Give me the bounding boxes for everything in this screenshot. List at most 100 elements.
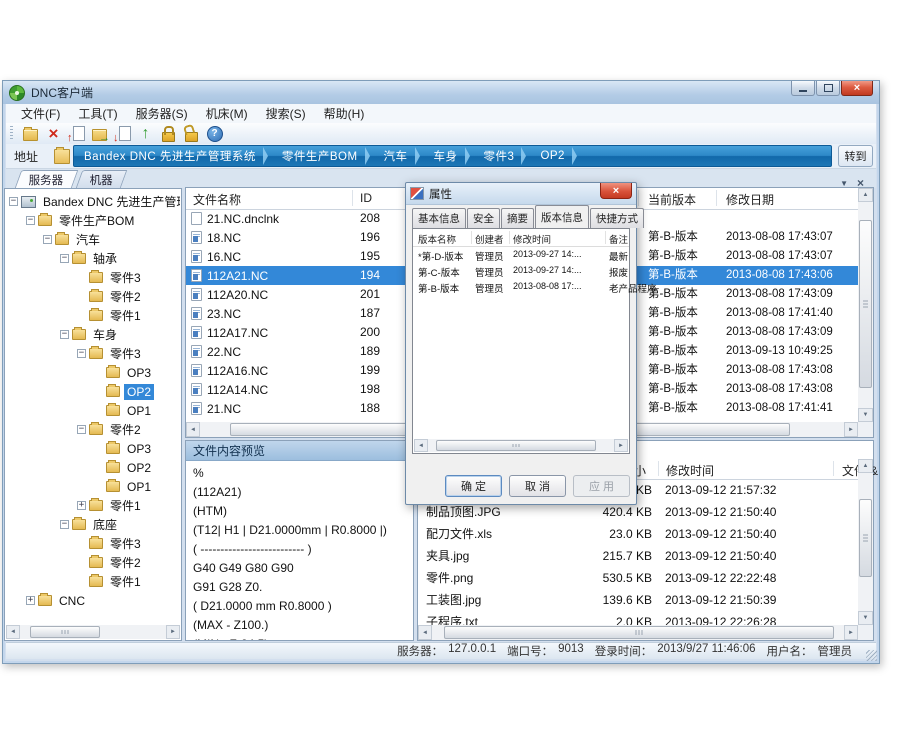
scroll-track[interactable] xyxy=(20,625,166,639)
breadcrumb-segment[interactable]: 零件生产BOM xyxy=(272,146,374,166)
scroll-track[interactable] xyxy=(432,625,844,640)
tree-item[interactable]: − Bandex DNC 先进生产管理系统 xyxy=(7,192,180,211)
breadcrumb-segment[interactable]: Bandex DNC 先进生产管理系统 xyxy=(74,146,272,166)
dialog-tab[interactable]: 摘要 xyxy=(501,208,534,228)
column-separator[interactable] xyxy=(716,190,717,206)
expand-toggle-icon[interactable]: − xyxy=(77,349,86,358)
lock-icon[interactable] xyxy=(159,125,178,142)
delete-icon[interactable] xyxy=(44,125,63,142)
minimize-button[interactable] xyxy=(791,81,815,96)
tree-item[interactable]: − 零件生产BOM xyxy=(7,211,180,230)
column-separator[interactable] xyxy=(658,461,659,476)
column-separator[interactable] xyxy=(352,190,353,206)
scroll-up-arrow[interactable]: ▲ xyxy=(858,188,873,202)
tree-item[interactable]: OP1 xyxy=(7,477,180,496)
unlock-icon[interactable] xyxy=(182,125,201,142)
attachment-row[interactable]: 夹具.jpg 215.7 KB 2013-09-12 21:50:40 xyxy=(418,545,858,567)
attachment-vertical-scrollbar[interactable]: ▲ ▼ xyxy=(858,459,873,625)
breadcrumb-segment[interactable]: 零件3 xyxy=(474,146,531,166)
column-header-version-name[interactable]: 版本名称 xyxy=(418,232,456,246)
tree-item[interactable]: − 底座 xyxy=(7,515,180,534)
title-bar[interactable]: DNC客户端 xyxy=(3,81,879,104)
column-header-note[interactable]: 备注 xyxy=(609,232,628,246)
new-folder-icon[interactable] xyxy=(21,125,40,142)
expand-toggle-icon[interactable]: − xyxy=(9,197,18,206)
column-separator[interactable] xyxy=(605,231,606,244)
menu-item[interactable]: 文件(F) xyxy=(12,103,69,124)
scroll-down-arrow[interactable]: ▼ xyxy=(858,611,873,625)
tree-item[interactable]: OP2 xyxy=(7,382,180,401)
expand-toggle-icon[interactable]: + xyxy=(77,501,86,510)
column-separator[interactable] xyxy=(509,231,510,244)
toolbar-grip[interactable] xyxy=(10,126,13,141)
cancel-button[interactable]: 取 消 xyxy=(509,475,566,497)
maximize-button[interactable] xyxy=(816,81,840,96)
breadcrumb-segment[interactable]: 车身 xyxy=(424,146,474,166)
column-header-name[interactable]: 文件名称 xyxy=(193,191,241,208)
attachment-horizontal-scrollbar[interactable]: ◄ ► xyxy=(418,625,858,640)
expand-toggle-icon[interactable]: − xyxy=(60,330,69,339)
tree-item[interactable]: OP2 xyxy=(7,458,180,477)
checkin-file-icon[interactable] xyxy=(67,125,86,142)
attachment-row[interactable]: 工装图.jpg 139.6 KB 2013-09-12 21:50:39 xyxy=(418,589,858,611)
column-separator[interactable] xyxy=(471,231,472,244)
menu-item[interactable]: 机床(M) xyxy=(197,103,257,124)
tree-item[interactable]: − 汽车 xyxy=(7,230,180,249)
expand-toggle-icon[interactable]: + xyxy=(26,596,35,605)
version-row[interactable]: 第-B-版本 管理员 2013-08-08 17:... 老产品程序 xyxy=(413,279,629,295)
dialog-tab[interactable]: 快捷方式 xyxy=(590,208,644,228)
tree-item[interactable]: OP3 xyxy=(7,439,180,458)
scroll-thumb[interactable] xyxy=(444,626,834,639)
expand-toggle-icon[interactable]: − xyxy=(43,235,52,244)
column-header-version[interactable]: 当前版本 xyxy=(648,191,696,208)
scroll-track[interactable] xyxy=(858,473,873,611)
tree-item[interactable]: − 车身 xyxy=(7,325,180,344)
scroll-right-arrow[interactable]: ► xyxy=(166,625,180,639)
expand-toggle-icon[interactable]: − xyxy=(77,425,86,434)
tree-item[interactable]: OP1 xyxy=(7,401,180,420)
dialog-close-button[interactable]: × xyxy=(600,183,632,199)
tree-item[interactable]: − 轴承 xyxy=(7,249,180,268)
dialog-title-bar[interactable]: 属性 × xyxy=(406,183,636,205)
go-button[interactable]: 转到 xyxy=(838,145,873,167)
tree-item[interactable]: 零件1 xyxy=(7,306,180,325)
column-header-date[interactable]: 修改日期 xyxy=(726,191,774,208)
scroll-left-arrow[interactable]: ◄ xyxy=(418,625,432,640)
scroll-track[interactable] xyxy=(858,202,873,408)
tree-item[interactable]: − 零件3 xyxy=(7,344,180,363)
scroll-thumb[interactable] xyxy=(859,220,872,388)
tree-item[interactable]: + 零件1 xyxy=(7,496,180,515)
menu-item[interactable]: 工具(T) xyxy=(69,103,126,124)
expand-toggle-icon[interactable]: − xyxy=(60,520,69,529)
menu-item[interactable]: 服务器(S) xyxy=(127,103,197,124)
tree-item[interactable]: + CNC xyxy=(7,591,180,610)
checkout-file-icon[interactable] xyxy=(113,125,132,142)
dialog-tab[interactable]: 基本信息 xyxy=(412,208,466,228)
tree-item[interactable]: 零件3 xyxy=(7,534,180,553)
version-list-horizontal-scrollbar[interactable]: ◄ ► xyxy=(414,439,628,452)
column-separator[interactable] xyxy=(833,461,834,476)
upload-arrow-icon[interactable] xyxy=(136,125,155,142)
view-tab[interactable]: 机器 xyxy=(75,170,127,188)
close-button[interactable]: × xyxy=(841,81,873,96)
ok-button[interactable]: 确 定 xyxy=(445,475,502,497)
column-header-creator[interactable]: 创建者 xyxy=(475,232,504,246)
scroll-left-arrow[interactable]: ◄ xyxy=(414,439,428,452)
tree-item[interactable]: − 零件2 xyxy=(7,420,180,439)
menu-item[interactable]: 帮助(H) xyxy=(315,103,374,124)
tree-item[interactable]: 零件2 xyxy=(7,287,180,306)
attachment-row[interactable]: 配刀文件.xls 23.0 KB 2013-09-12 21:50:40 xyxy=(418,523,858,545)
scroll-right-arrow[interactable]: ► xyxy=(844,422,858,437)
version-row[interactable]: *第-D-版本 管理员 2013-09-27 14:... 最新 xyxy=(413,247,629,263)
column-separator[interactable] xyxy=(638,190,639,206)
version-row[interactable]: 第-C-版本 管理员 2013-09-27 14:... 报废 xyxy=(413,263,629,279)
tree-item[interactable]: 零件1 xyxy=(7,572,180,591)
breadcrumb-segment[interactable]: OP2 xyxy=(530,146,581,166)
dialog-tab[interactable]: 安全 xyxy=(467,208,500,228)
tree-item[interactable]: 零件2 xyxy=(7,553,180,572)
tree-item[interactable]: 零件3 xyxy=(7,268,180,287)
scroll-down-arrow[interactable]: ▼ xyxy=(858,408,873,422)
attachment-row[interactable]: 子程序.txt 2.0 KB 2013-09-12 22:26:28 xyxy=(418,611,858,625)
menu-item[interactable]: 搜索(S) xyxy=(257,103,315,124)
view-tab[interactable]: 服务器 xyxy=(15,170,78,188)
